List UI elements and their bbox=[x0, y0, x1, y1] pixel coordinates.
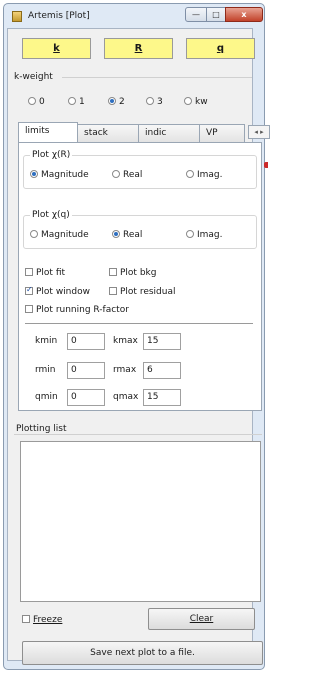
freeze-checkbox[interactable]: Freeze bbox=[22, 615, 62, 625]
plot-bkg-checkbox[interactable]: Plot bkg bbox=[109, 268, 156, 278]
radio-selected-icon bbox=[108, 97, 116, 105]
plot-q-button[interactable]: q bbox=[186, 38, 255, 59]
close-button[interactable]: x bbox=[225, 7, 263, 22]
checkbox-checked-icon bbox=[25, 285, 33, 295]
radio-icon bbox=[146, 97, 154, 105]
rmin-label: rmin bbox=[35, 365, 56, 375]
save-next-plot-button[interactable]: Save next plot to a file. bbox=[22, 641, 263, 665]
plot-chi-r-group: Plot χ(R) Magnitude Real Imag. bbox=[23, 150, 257, 189]
plot-running-rfactor-checkbox[interactable]: Plot running R-factor bbox=[25, 305, 129, 315]
clear-button[interactable]: Clear bbox=[148, 608, 255, 630]
checkbox-icon bbox=[109, 268, 117, 276]
tab-indic[interactable]: indic bbox=[138, 124, 200, 142]
checkbox-icon bbox=[25, 268, 33, 276]
kweight-radio-kw[interactable]: kw bbox=[184, 97, 208, 107]
radio-icon bbox=[68, 97, 76, 105]
plot-window-checkbox[interactable]: Plot window bbox=[25, 285, 90, 297]
checkbox-icon bbox=[109, 287, 117, 295]
kweight-radio-0[interactable]: 0 bbox=[28, 97, 45, 107]
plot-chi-q-group: Plot χ(q) Magnitude Real Imag. bbox=[23, 210, 257, 249]
minimize-button[interactable]: — bbox=[185, 7, 207, 22]
radio-icon bbox=[112, 170, 120, 178]
plotting-list-box[interactable] bbox=[20, 441, 261, 602]
qmin-label: qmin bbox=[35, 392, 58, 402]
tab-scroll-arrows-icon[interactable]: ◂ ▸ bbox=[248, 125, 270, 139]
plotting-list-divider bbox=[14, 434, 262, 435]
limits-panel: Plot χ(R) Magnitude Real Imag. Plot χ(q)… bbox=[18, 142, 262, 411]
panel-divider bbox=[25, 323, 253, 324]
radio-icon bbox=[30, 230, 38, 238]
kmin-input[interactable]: 0 bbox=[67, 333, 105, 350]
title-bar[interactable]: Artemis [Plot] — □ x bbox=[4, 4, 264, 30]
checkbox-icon bbox=[22, 615, 30, 623]
kweight-radio-1[interactable]: 1 bbox=[68, 97, 85, 107]
rmax-input[interactable]: 6 bbox=[143, 362, 181, 379]
tab-bar: limits stack indic VP ◂ ▸ bbox=[12, 122, 270, 142]
radio-icon bbox=[186, 170, 194, 178]
kweight-radio-2[interactable]: 2 bbox=[108, 97, 125, 107]
radio-icon bbox=[184, 97, 192, 105]
chi-r-real-radio[interactable]: Real bbox=[112, 170, 142, 180]
kweight-label: k-weight bbox=[14, 72, 53, 82]
kweight-divider bbox=[62, 77, 252, 78]
radio-icon bbox=[28, 97, 36, 105]
radio-selected-icon bbox=[112, 230, 120, 238]
radio-icon bbox=[186, 230, 194, 238]
qmax-label: qmax bbox=[113, 392, 139, 402]
window-title: Artemis [Plot] bbox=[28, 11, 90, 21]
chi-q-magnitude-radio[interactable]: Magnitude bbox=[30, 230, 89, 240]
plotting-list-label: Plotting list bbox=[16, 424, 67, 434]
rmin-input[interactable]: 0 bbox=[67, 362, 105, 379]
tab-vp[interactable]: VP bbox=[199, 124, 245, 142]
plot-fit-checkbox[interactable]: Plot fit bbox=[25, 268, 65, 278]
plot-k-button[interactable]: k bbox=[22, 38, 91, 59]
artemis-app-icon bbox=[12, 11, 22, 22]
tab-limits[interactable]: limits bbox=[18, 122, 78, 142]
kmax-input[interactable]: 15 bbox=[143, 333, 181, 350]
chi-r-imag-radio[interactable]: Imag. bbox=[186, 170, 223, 180]
plot-r-button[interactable]: R bbox=[104, 38, 173, 59]
plot-chi-q-label: Plot χ(q) bbox=[30, 210, 72, 220]
chi-q-imag-radio[interactable]: Imag. bbox=[186, 230, 223, 240]
plot-residual-checkbox[interactable]: Plot residual bbox=[109, 287, 176, 297]
qmax-input[interactable]: 15 bbox=[143, 389, 181, 406]
checkbox-icon bbox=[25, 305, 33, 313]
qmin-input[interactable]: 0 bbox=[67, 389, 105, 406]
edge-marker bbox=[264, 162, 268, 168]
radio-selected-icon bbox=[30, 170, 38, 178]
kmax-label: kmax bbox=[113, 336, 138, 346]
plot-chi-r-label: Plot χ(R) bbox=[30, 150, 73, 160]
chi-r-magnitude-radio[interactable]: Magnitude bbox=[30, 170, 89, 180]
rmax-label: rmax bbox=[113, 365, 137, 375]
tab-stack[interactable]: stack bbox=[77, 124, 139, 142]
kweight-radio-3[interactable]: 3 bbox=[146, 97, 163, 107]
chi-q-real-radio[interactable]: Real bbox=[112, 230, 142, 240]
maximize-button[interactable]: □ bbox=[206, 7, 226, 22]
kmin-label: kmin bbox=[35, 336, 58, 346]
